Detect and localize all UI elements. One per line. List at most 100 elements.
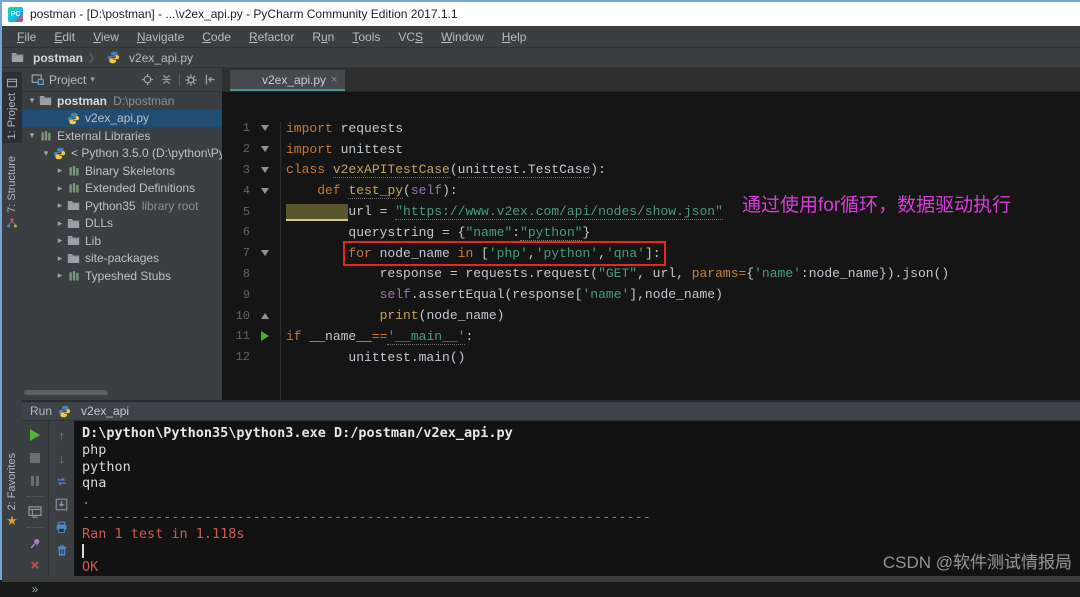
stop-icon[interactable]: [27, 450, 43, 466]
menu-file[interactable]: File: [8, 28, 45, 46]
line-number: 5: [222, 205, 254, 219]
fold-marker-icon[interactable]: [254, 250, 276, 256]
code-line-10[interactable]: 10 print(node_name): [222, 305, 1080, 326]
tree-item-python-3-5-0-d-python-pyth[interactable]: ▾< Python 3.5.0 (D:\python\Pyth: [22, 145, 222, 163]
wrap-icon[interactable]: [54, 496, 70, 512]
breadcrumb-label: postman: [33, 51, 83, 65]
gear-icon[interactable]: [183, 72, 199, 88]
tree-item-suffix: library root: [142, 199, 199, 213]
breadcrumb-item[interactable]: v2ex_api.py: [106, 51, 193, 65]
tree-item-lib[interactable]: ▸Lib: [22, 232, 222, 250]
line-number: 7: [222, 246, 254, 260]
run-tab-label[interactable]: Run: [30, 404, 52, 418]
chevron-down-icon[interactable]: ▾: [40, 148, 52, 159]
tree-item-python35[interactable]: ▸Python35library root: [22, 197, 222, 215]
line-number: 1: [222, 121, 254, 135]
menu-bar: FileEditViewNavigateCodeRefactorRunTools…: [2, 26, 1080, 48]
tree-item-suffix: D:\postman: [113, 94, 174, 108]
more-icon[interactable]: »: [27, 581, 43, 597]
menu-view[interactable]: View: [84, 28, 128, 46]
tab-close-icon[interactable]: ×: [331, 74, 337, 86]
collapse-all-icon[interactable]: [158, 72, 174, 88]
project-dropdown-caret-icon[interactable]: ▾: [90, 74, 95, 85]
line-number: 9: [222, 288, 254, 302]
play-icon[interactable]: [27, 427, 43, 443]
python-icon: [52, 146, 67, 160]
chevron-right-icon[interactable]: ▸: [54, 253, 66, 264]
menu-vcs[interactable]: VCS: [389, 28, 432, 46]
fold-marker-icon[interactable]: [254, 313, 276, 319]
code-line-1[interactable]: 1import requests: [222, 118, 1080, 139]
chevron-right-icon[interactable]: ▸: [54, 270, 66, 281]
chevron-right-icon[interactable]: ▸: [54, 183, 66, 194]
tree-item-v2ex-api-py[interactable]: v2ex_api.py: [22, 110, 222, 128]
pycharm-logo-icon: PC: [8, 7, 23, 22]
chevron-right-icon[interactable]: ▸: [54, 218, 66, 229]
fold-marker-icon[interactable]: [254, 125, 276, 131]
console-line: ----------------------------------------…: [82, 509, 1080, 526]
menu-tools[interactable]: Tools: [343, 28, 389, 46]
line-number: 12: [222, 350, 254, 364]
library-icon: [38, 129, 53, 143]
code-line-8[interactable]: 8 response = requests.request("GET", url…: [222, 264, 1080, 285]
menu-window[interactable]: Window: [432, 28, 493, 46]
tree-item-postman[interactable]: ▾ postman D:\postman: [22, 92, 222, 110]
code-line-3[interactable]: 3class v2exAPITestCase(unittest.TestCase…: [222, 160, 1080, 181]
trash-icon[interactable]: [54, 542, 70, 558]
code-editor[interactable]: 1import requests2import unittest3class v…: [222, 92, 1080, 400]
cycle-icon[interactable]: [54, 473, 70, 489]
code-line-2[interactable]: 2import unittest: [222, 139, 1080, 160]
horizontal-scrollbar[interactable]: [24, 390, 108, 395]
fold-marker-icon[interactable]: [254, 146, 276, 152]
breadcrumb-item[interactable]: postman: [10, 51, 83, 65]
tree-item-typeshed-stubs[interactable]: ▸Typeshed Stubs: [22, 267, 222, 285]
tree-item-binary-skeletons[interactable]: ▸Binary Skeletons: [22, 162, 222, 180]
chevron-down-icon[interactable]: ▾: [26, 130, 38, 141]
menu-navigate[interactable]: Navigate: [128, 28, 193, 46]
code-text: def test_py(self):: [286, 183, 458, 198]
locate-icon[interactable]: [139, 72, 155, 88]
close-icon[interactable]: ×: [27, 558, 43, 574]
tree-item-extended-definitions[interactable]: ▸Extended Definitions: [22, 180, 222, 198]
menu-help[interactable]: Help: [493, 28, 536, 46]
stripe-button-project[interactable]: 1: Project: [2, 72, 22, 143]
run-line-icon[interactable]: [254, 331, 276, 341]
tab-v2ex-api[interactable]: v2ex_api.py ×: [230, 70, 345, 91]
pin-icon[interactable]: [27, 535, 43, 551]
menu-run[interactable]: Run: [303, 28, 343, 46]
printer-icon[interactable]: [54, 519, 70, 535]
up-icon[interactable]: ↑: [54, 427, 70, 443]
hide-panel-icon[interactable]: [202, 72, 218, 88]
chevron-right-icon[interactable]: ▸: [54, 235, 66, 246]
code-line-11[interactable]: 11if __name__=='__main__':: [222, 326, 1080, 347]
layout-icon[interactable]: [27, 504, 43, 520]
code-line-6[interactable]: 6 querystring = {"name":"python"}: [222, 222, 1080, 243]
down-icon[interactable]: ↓: [54, 450, 70, 466]
stripe-label: 1: Project: [6, 93, 18, 139]
tree-item-label: postman: [57, 94, 107, 108]
stripe-button-favorites[interactable]: 2: Favorites★: [2, 453, 22, 529]
stripe-button-structure[interactable]: 7: Structure: [2, 152, 22, 234]
window-bottom-edge: [2, 576, 1080, 582]
line-number: 11: [222, 329, 254, 343]
pause-icon[interactable]: [27, 473, 43, 489]
project-icon: [5, 76, 19, 90]
chevron-right-icon[interactable]: ▸: [54, 165, 66, 176]
python-icon: [66, 111, 81, 125]
menu-refactor[interactable]: Refactor: [240, 28, 303, 46]
fold-marker-icon[interactable]: [254, 167, 276, 173]
code-line-9[interactable]: 9 self.assertEqual(response['name'],node…: [222, 284, 1080, 305]
code-line-7[interactable]: 7 for node_name in ['php','python','qna'…: [222, 243, 1080, 264]
chevron-down-icon[interactable]: ▾: [26, 95, 38, 106]
code-line-12[interactable]: 12 unittest.main(): [222, 347, 1080, 368]
tree-item-label: DLLs: [85, 216, 113, 230]
tree-item-external-libraries[interactable]: ▾External Libraries: [22, 127, 222, 145]
menu-code[interactable]: Code: [193, 28, 240, 46]
menu-edit[interactable]: Edit: [45, 28, 84, 46]
chevron-right-icon[interactable]: ▸: [54, 200, 66, 211]
project-panel-title[interactable]: Project: [49, 73, 86, 87]
code-text: url = "https://www.v2ex.com/api/nodes/sh…: [286, 204, 723, 219]
tree-item-site-packages[interactable]: ▸site-packages: [22, 250, 222, 268]
fold-marker-icon[interactable]: [254, 188, 276, 194]
tree-item-dlls[interactable]: ▸ DLLs: [22, 215, 222, 233]
